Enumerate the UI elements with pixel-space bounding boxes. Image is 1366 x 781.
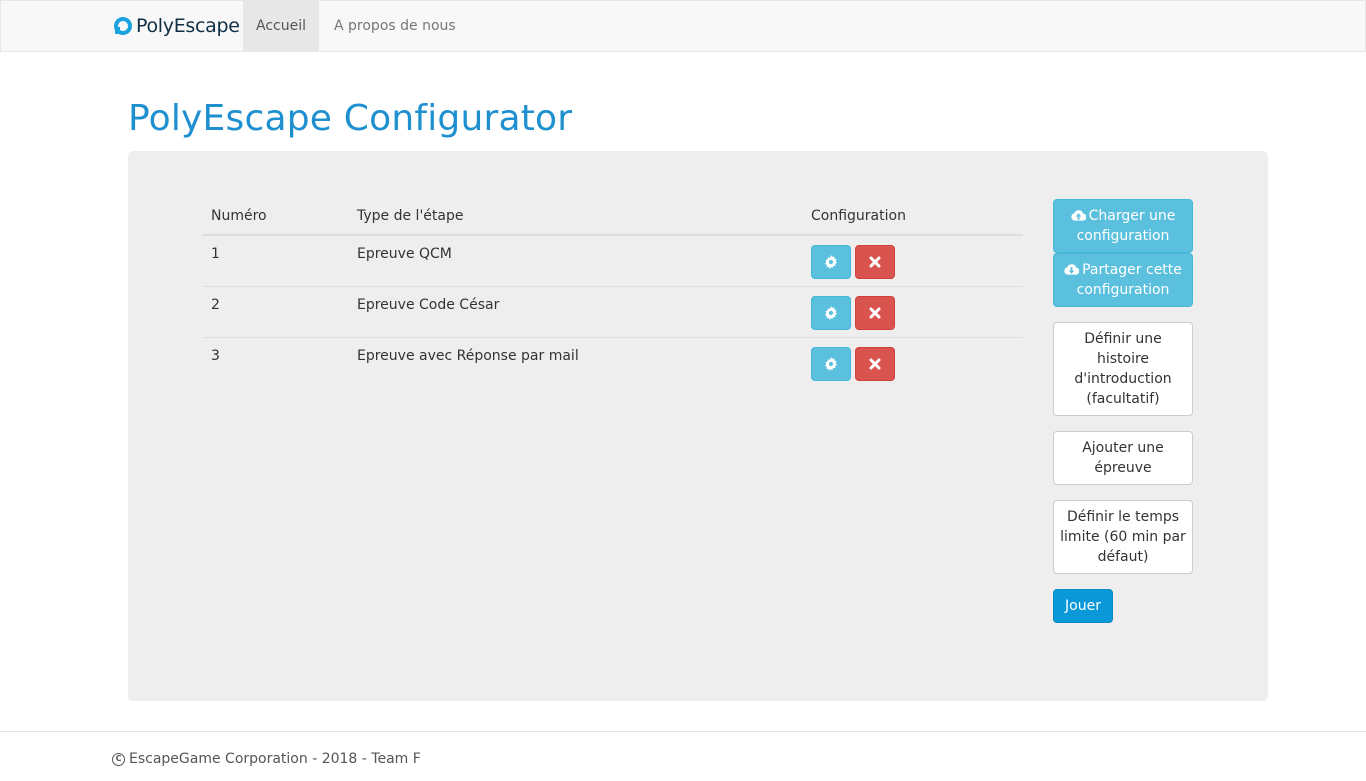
- copyright-icon: C: [112, 752, 125, 766]
- table-row: 2 Epreuve Code César: [203, 287, 1023, 338]
- row-type: Epreuve avec Réponse par mail: [357, 348, 579, 364]
- define-intro-button[interactable]: Définir une histoire d'introduction (fac…: [1053, 322, 1193, 416]
- share-config-button[interactable]: Partager cette configuration: [1053, 253, 1193, 307]
- configure-step-button[interactable]: [811, 296, 851, 330]
- brand-name: PolyEscape: [136, 15, 240, 37]
- header-type: Type de l'étape: [357, 208, 464, 224]
- polyescape-logo-icon: [114, 17, 132, 35]
- delete-step-button[interactable]: [855, 347, 895, 381]
- load-config-label: Charger une configuration: [1076, 208, 1176, 244]
- row-numero: 3: [211, 348, 220, 364]
- row-type: Epreuve QCM: [357, 246, 452, 262]
- add-step-button[interactable]: Ajouter une épreuve: [1053, 431, 1193, 485]
- delete-step-button[interactable]: [855, 245, 895, 279]
- row-numero: 1: [211, 246, 220, 262]
- table-row: 3 Epreuve avec Réponse par mail: [203, 338, 1023, 389]
- brand-link[interactable]: PolyEscape: [113, 1, 240, 51]
- nav-item-about[interactable]: A propos de nous: [319, 1, 471, 51]
- nav-item-accueil[interactable]: Accueil: [243, 1, 319, 51]
- table-row: 1 Epreuve QCM: [203, 236, 1023, 287]
- table-header: Numéro Type de l'étape Configuration: [203, 196, 1023, 236]
- footer-divider: [0, 731, 1366, 732]
- header-numero: Numéro: [211, 208, 267, 224]
- page-title: PolyEscape Configurator: [128, 98, 573, 139]
- delete-step-button[interactable]: [855, 296, 895, 330]
- gear-icon: [824, 255, 838, 269]
- config-panel: Numéro Type de l'étape Configuration 1 E…: [128, 151, 1268, 701]
- row-numero: 2: [211, 297, 220, 313]
- header-configuration: Configuration: [811, 208, 906, 224]
- cloud-download-icon: [1064, 264, 1080, 275]
- configure-step-button[interactable]: [811, 245, 851, 279]
- close-icon: [869, 256, 881, 268]
- define-time-label: Définir le temps limite (60 min par défa…: [1060, 509, 1186, 565]
- footer: C EscapeGame Corporation - 2018 - Team F: [112, 751, 421, 767]
- close-icon: [869, 358, 881, 370]
- add-step-label: Ajouter une épreuve: [1082, 440, 1164, 476]
- cloud-upload-icon: [1070, 210, 1086, 221]
- steps-table: Numéro Type de l'étape Configuration 1 E…: [203, 196, 1023, 389]
- navbar: PolyEscape Accueil A propos de nous: [0, 0, 1366, 52]
- close-icon: [869, 307, 881, 319]
- define-intro-label: Définir une histoire d'introduction (fac…: [1074, 331, 1172, 407]
- gear-icon: [824, 306, 838, 320]
- footer-text: EscapeGame Corporation - 2018 - Team F: [129, 751, 421, 767]
- gear-icon: [824, 357, 838, 371]
- load-config-button[interactable]: Charger une configuration: [1053, 199, 1193, 253]
- configure-step-button[interactable]: [811, 347, 851, 381]
- play-label: Jouer: [1065, 598, 1101, 614]
- define-time-button[interactable]: Définir le temps limite (60 min par défa…: [1053, 500, 1193, 574]
- row-type: Epreuve Code César: [357, 297, 500, 313]
- play-button[interactable]: Jouer: [1053, 589, 1113, 623]
- share-config-label: Partager cette configuration: [1076, 262, 1182, 298]
